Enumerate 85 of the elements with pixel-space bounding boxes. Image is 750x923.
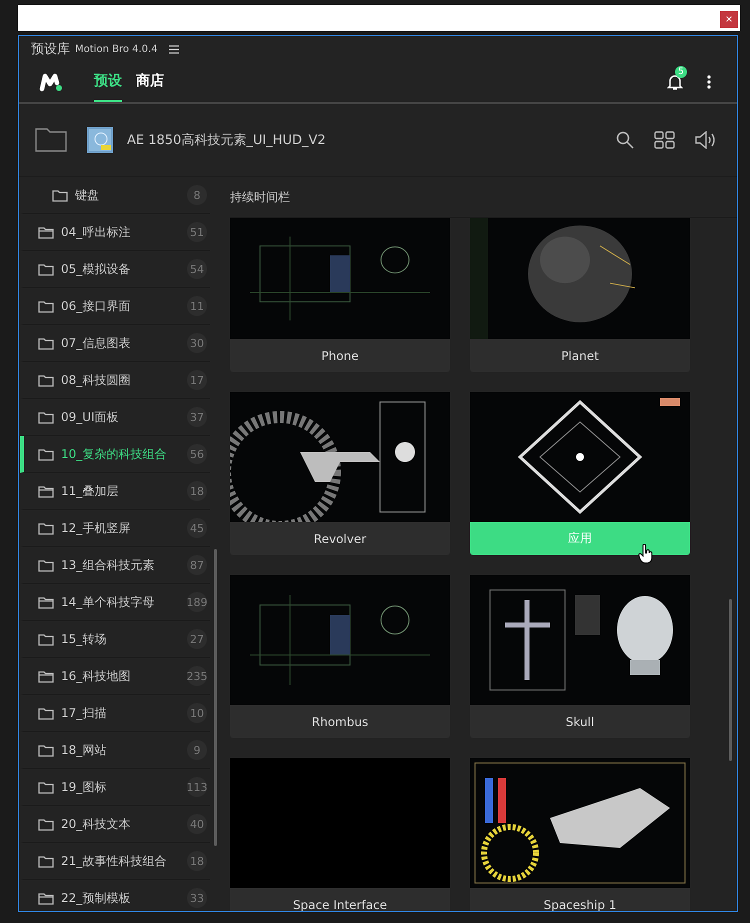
menu-icon[interactable]	[168, 44, 179, 54]
folder-icon	[38, 410, 54, 424]
folder-icon	[38, 632, 54, 646]
category-item[interactable]: 13_组合科技元素 87	[20, 547, 210, 584]
item-count: 56	[187, 444, 207, 464]
folder-icon	[38, 558, 54, 572]
category-item[interactable]: 16_科技地图 235	[20, 658, 210, 695]
category-item[interactable]: 12_手机竖屏 45	[20, 510, 210, 547]
folder-icon	[38, 225, 54, 239]
tab[interactable]: 预设	[94, 62, 122, 102]
more-icon[interactable]	[707, 75, 711, 89]
folder-icon	[38, 669, 54, 683]
folder-icon	[38, 262, 54, 276]
category-item[interactable]: 20_科技文本 40	[20, 806, 210, 843]
category-item[interactable]: 19_图标 113	[20, 769, 210, 806]
category-item[interactable]: 17_扫描 10	[20, 695, 210, 732]
item-count: 11	[187, 296, 207, 316]
logo-icon	[39, 72, 63, 92]
folder-icon	[38, 891, 54, 905]
category-item[interactable]: 10_复杂的科技组合 56	[20, 436, 210, 473]
scrollbar[interactable]	[729, 599, 732, 761]
folder-icon	[38, 817, 54, 831]
item-count: 54	[187, 259, 207, 279]
category-item[interactable]: 08_科技圆圈 17	[20, 362, 210, 399]
window-title: 预设库	[31, 41, 70, 58]
folder-icon	[38, 706, 54, 720]
folder-icon	[38, 743, 54, 757]
item-count: 189	[187, 592, 207, 612]
folder-icon	[38, 521, 54, 535]
preset-title: Skull	[470, 705, 690, 738]
item-count: 37	[187, 407, 207, 427]
category-item[interactable]: 22_预制模板 33	[20, 880, 210, 911]
category-item[interactable]: 键盘 8	[20, 177, 210, 214]
category-item[interactable]: 14_单个科技字母 189	[20, 584, 210, 621]
item-count: 27	[187, 629, 207, 649]
category-item[interactable]: 18_网站 9	[20, 732, 210, 769]
item-count: 17	[187, 370, 207, 390]
tab[interactable]: 商店	[136, 62, 164, 102]
speaker-icon[interactable]	[695, 131, 717, 149]
item-count: 18	[187, 481, 207, 501]
preset-title: Revolver	[230, 522, 450, 555]
preset-title: Phone	[230, 339, 450, 372]
category-item[interactable]: 09_UI面板 37	[20, 399, 210, 436]
folder-icon	[38, 780, 54, 794]
version-label: Motion Bro 4.0.4	[75, 44, 158, 54]
preset-title: Planet	[470, 339, 690, 372]
folder-icon	[38, 373, 54, 387]
folder-icon	[52, 188, 68, 202]
category-item[interactable]: 15_转场 27	[20, 621, 210, 658]
folder-icon	[38, 595, 54, 609]
item-count: 10	[187, 703, 207, 723]
item-count: 45	[187, 518, 207, 538]
item-count: 8	[187, 185, 207, 205]
folder-icon	[38, 854, 54, 868]
folder-icon	[38, 299, 54, 313]
preset-title: Spaceship 1	[470, 888, 690, 911]
project-title: AE 1850高科技元素_UI_HUD_V2	[127, 132, 326, 149]
category-item[interactable]: 06_接口界面 11	[20, 288, 210, 325]
folder-icon	[38, 336, 54, 350]
category-item[interactable]: 11_叠加层 18	[20, 473, 210, 510]
item-count: 18	[187, 851, 207, 871]
search-icon[interactable]	[616, 131, 634, 149]
preset-title: Space Interface	[230, 888, 450, 911]
grid-icon[interactable]	[654, 131, 675, 149]
item-count: 30	[187, 333, 207, 353]
item-count: 113	[187, 777, 207, 797]
category-item[interactable]: 21_故事性科技组合 18	[20, 843, 210, 880]
folder-icon[interactable]	[35, 128, 67, 152]
category-item[interactable]: 05_模拟设备 54	[20, 251, 210, 288]
item-count: 51	[187, 222, 207, 242]
item-count: 40	[187, 814, 207, 834]
item-count: 9	[187, 740, 207, 760]
bell-icon[interactable]	[667, 73, 683, 91]
close-button[interactable]: ×	[720, 11, 738, 28]
folder-icon	[38, 447, 54, 461]
scrollbar[interactable]	[214, 549, 217, 846]
category-item[interactable]: 07_信息图表 30	[20, 325, 210, 362]
notification-badge: 5	[675, 66, 687, 78]
preset-title: Rhombus	[230, 705, 450, 738]
item-count: 87	[187, 555, 207, 575]
folder-icon	[38, 484, 54, 498]
category-item[interactable]: 04_呼出标注 51	[20, 214, 210, 251]
hand-cursor-icon	[638, 544, 654, 564]
item-count: 235	[187, 666, 207, 686]
item-count: 33	[187, 888, 207, 908]
